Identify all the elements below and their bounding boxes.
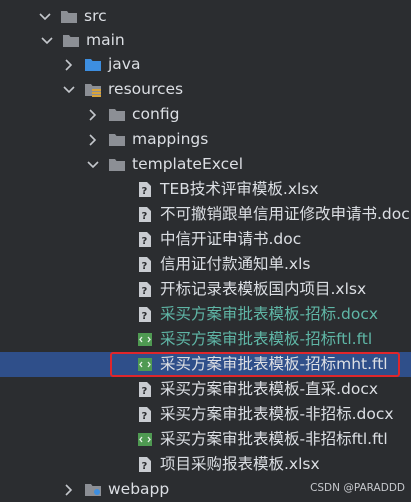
file-row[interactable]: ? TEB技术评审模板.xlsx (0, 177, 411, 202)
tree-node-resources[interactable]: resources (0, 77, 411, 102)
tree-node-java[interactable]: java (0, 52, 411, 77)
file-label: 采买方案审批表模板-直采.docx (160, 380, 379, 398)
source-folder-icon (84, 57, 102, 73)
file-label: 开标记录表模板国内项目.xlsx (160, 280, 367, 298)
folder-icon (108, 157, 126, 173)
chevron-right-icon[interactable] (62, 483, 76, 497)
template-file-icon (136, 357, 154, 373)
svg-text:?: ? (142, 211, 148, 222)
template-file-icon (136, 332, 154, 348)
chevron-down-icon[interactable] (62, 83, 76, 97)
folder-icon (108, 107, 126, 123)
file-row[interactable]: ? 采买方案审批表模板-招标.docx (0, 302, 411, 327)
file-label: 采买方案审批表模板-非招标.docx (160, 405, 394, 423)
tree-node-src[interactable]: src (0, 4, 411, 29)
folder-icon (60, 9, 78, 25)
tree-label-templateExcel: templateExcel (132, 155, 244, 173)
file-row-selected[interactable]: 采买方案审批表模板-招标mht.ftl (0, 352, 411, 377)
chevron-right-icon[interactable] (86, 108, 100, 122)
svg-text:?: ? (142, 261, 148, 272)
svg-text:?: ? (142, 461, 148, 472)
file-label: 采买方案审批表模板-非招标ftl.ftl (160, 430, 388, 448)
tree-label-main: main (86, 31, 125, 49)
file-row[interactable]: ? 采买方案审批表模板-非招标.docx (0, 402, 411, 427)
tree-label-resources: resources (108, 80, 184, 98)
file-row[interactable]: 采买方案审批表模板-非招标ftl.ftl (0, 427, 411, 452)
file-row[interactable]: ? 采买方案审批表模板-直采.docx (0, 377, 411, 402)
chevron-right-icon[interactable] (86, 133, 100, 147)
chevron-down-icon[interactable] (86, 158, 100, 172)
unknown-file-icon: ? (136, 457, 154, 473)
svg-text:?: ? (142, 286, 148, 297)
file-label: TEB技术评审模板.xlsx (160, 180, 319, 198)
watermark: CSDN @PARADDD (310, 482, 405, 494)
file-label: 采买方案审批表模板-招标.docx (160, 305, 379, 323)
project-tree: src main java resources config mappings … (0, 0, 411, 502)
file-row[interactable]: ? 不可撤销跟单信用证修改申请书.doc (0, 202, 411, 227)
unknown-file-icon: ? (136, 207, 154, 223)
svg-text:?: ? (142, 411, 148, 422)
unknown-file-icon: ? (136, 382, 154, 398)
unknown-file-icon: ? (136, 282, 154, 298)
tree-label-mappings: mappings (132, 130, 209, 148)
file-label: 采买方案审批表模板-招标mht.ftl (160, 355, 388, 373)
tree-node-templateExcel[interactable]: templateExcel (0, 152, 411, 177)
tree-label-src: src (84, 7, 107, 25)
tree-label-webapp: webapp (108, 480, 170, 498)
resources-folder-icon (84, 82, 102, 98)
svg-text:?: ? (142, 311, 148, 322)
svg-text:?: ? (142, 236, 148, 247)
file-label: 中信开证申请书.doc (160, 230, 302, 248)
unknown-file-icon: ? (136, 307, 154, 323)
file-label: 采买方案审批表模板-招标ftl.ftl (160, 330, 373, 348)
file-label: 信用证付款通知单.xls (160, 255, 311, 273)
web-folder-icon (84, 482, 102, 498)
chevron-down-icon[interactable] (38, 10, 52, 24)
file-label: 不可撤销跟单信用证修改申请书.doc (160, 205, 410, 223)
file-row[interactable]: 采买方案审批表模板-招标ftl.ftl (0, 327, 411, 352)
unknown-file-icon: ? (136, 257, 154, 273)
chevron-down-icon[interactable] (40, 34, 54, 48)
template-file-icon (136, 432, 154, 448)
tree-node-mappings[interactable]: mappings (0, 127, 411, 152)
tree-node-main[interactable]: main (0, 28, 411, 53)
file-row[interactable]: ? 信用证付款通知单.xls (0, 252, 411, 277)
folder-icon (108, 132, 126, 148)
unknown-file-icon: ? (136, 407, 154, 423)
file-label: 项目采购报表模板.xlsx (160, 455, 320, 473)
file-row[interactable]: ? 开标记录表模板国内项目.xlsx (0, 277, 411, 302)
file-row[interactable]: ? 项目采购报表模板.xlsx (0, 452, 411, 477)
svg-text:?: ? (142, 186, 148, 197)
folder-icon (62, 33, 80, 49)
chevron-right-icon[interactable] (62, 58, 76, 72)
svg-text:?: ? (142, 386, 148, 397)
tree-label-config: config (132, 105, 180, 123)
file-row[interactable]: ? 中信开证申请书.doc (0, 227, 411, 252)
unknown-file-icon: ? (136, 232, 154, 248)
tree-label-java: java (108, 55, 141, 73)
unknown-file-icon: ? (136, 182, 154, 198)
tree-node-config[interactable]: config (0, 102, 411, 127)
